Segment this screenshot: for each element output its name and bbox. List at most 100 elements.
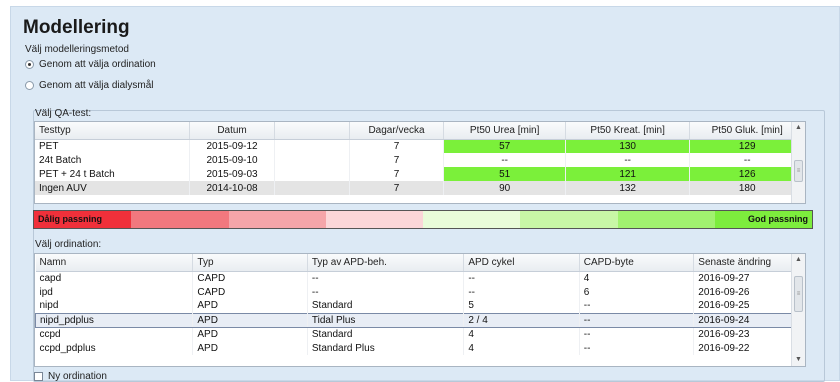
ord-table-row[interactable]: ccpd APD Standard 4 -- 2016-09-23	[35, 327, 805, 341]
ord-cell: 4	[463, 327, 580, 341]
ord-cell: APD	[192, 312, 308, 328]
qa-column-header[interactable]: Datum	[189, 122, 275, 140]
ord-cell: APD	[192, 341, 308, 355]
qa-cell: 90	[443, 181, 566, 195]
radio-button-icon[interactable]	[25, 60, 34, 69]
ord-cell: nipd_pdplus	[35, 312, 194, 328]
ord-table-row[interactable]: ipd CAPD -- -- 6 2016-09-26	[35, 285, 805, 299]
qa-cell: --	[689, 153, 805, 167]
qa-column-header[interactable]: Pt50 Kreat. [min]	[565, 122, 691, 140]
qa-cell	[274, 181, 350, 195]
radio-dialysmal-label: Genom att välja dialysmål	[39, 80, 154, 91]
ord-table-row[interactable]: ccpd_pdplus APD Standard Plus 4 -- 2016-09-22	[35, 341, 805, 355]
ord-column-header[interactable]: CAPD-byte	[579, 254, 695, 272]
legend-segment	[228, 211, 326, 228]
qa-scrollbar[interactable]: ▲ ≡	[791, 122, 805, 203]
ord-column-header[interactable]: Senaste ändring	[693, 254, 805, 272]
checkbox-icon[interactable]	[34, 372, 43, 381]
qa-column-header[interactable]: Dagar/vecka	[349, 122, 445, 140]
page-title: Modellering	[23, 17, 130, 38]
ord-cell: 4	[463, 341, 580, 355]
qa-cell: 180	[689, 181, 805, 195]
ord-cell: ccpd_pdplus	[35, 341, 194, 355]
qa-table-row[interactable]: PET 2015-09-12 7 57 130 129	[35, 139, 805, 153]
qa-cell: 2014-10-08	[189, 181, 275, 195]
ord-cell: 2016-09-23	[693, 327, 805, 341]
legend-segment	[423, 211, 521, 228]
ord-column-header[interactable]: Typ	[192, 254, 308, 272]
qa-cell: 2015-09-10	[189, 153, 275, 167]
ord-column-header[interactable]: Namn	[35, 254, 194, 272]
qa-cell	[274, 139, 350, 153]
qa-cell: 7	[349, 153, 445, 167]
qa-cell: Ingen AUV	[35, 181, 191, 195]
ord-cell: --	[307, 271, 465, 285]
new-ordination-label: Ny ordination	[48, 371, 107, 382]
ord-cell: APD	[192, 327, 308, 341]
ord-cell: Standard Plus	[307, 341, 465, 355]
qa-cell: 7	[349, 167, 445, 181]
legend-left-label: Dålig passning	[38, 214, 103, 224]
ord-cell: capd	[35, 271, 194, 285]
ord-cell: 2016-09-26	[693, 285, 805, 299]
qa-table-row[interactable]: 24t Batch 2015-09-10 7 -- -- --	[35, 153, 805, 167]
scroll-up-icon[interactable]: ▲	[792, 254, 805, 266]
ord-table-row[interactable]: nipd_pdplus APD Tidal Plus 2 / 4 -- 2016-09-2…	[35, 312, 805, 328]
qa-cell	[274, 167, 350, 181]
qa-cell: 132	[565, 181, 691, 195]
qa-cell: 2015-09-03	[189, 167, 275, 181]
ord-cell: --	[579, 299, 695, 313]
scroll-thumb[interactable]: ≡	[794, 160, 803, 182]
qa-table-row[interactable]: PET + 24 t Batch 2015-09-03 7 51 121 126	[35, 167, 805, 181]
legend-segment	[617, 211, 715, 228]
scroll-up-icon[interactable]: ▲	[792, 122, 805, 134]
ord-cell: --	[463, 285, 580, 299]
qa-cell: 126	[689, 167, 805, 181]
qa-cell: 2015-09-12	[189, 139, 275, 153]
radio-ordination[interactable]: Genom att välja ordination	[25, 59, 156, 70]
qa-cell: 57	[443, 139, 566, 153]
ord-cell: 2016-09-27	[693, 271, 805, 285]
fit-legend-bar: Dålig passning God passning	[33, 210, 813, 229]
ord-scrollbar[interactable]: ▲ ≡ ▼	[791, 254, 805, 366]
new-ordination-checkbox[interactable]: Ny ordination	[34, 371, 107, 382]
method-label: Välj modelleringsmetod	[25, 44, 129, 55]
ord-table-row[interactable]: nipd APD Standard 5 -- 2016-09-25	[35, 299, 805, 313]
ord-table[interactable]: Namn Typ Typ av APD-beh. APD cykel CAPD-byte…	[34, 253, 806, 367]
qa-column-header[interactable]: Testtyp	[35, 122, 191, 140]
qa-cell: 51	[443, 167, 566, 181]
ord-column-header[interactable]: APD cykel	[463, 254, 580, 272]
legend-segment	[325, 211, 423, 228]
qa-column-header[interactable]: Pt50 Urea [min]	[443, 122, 566, 140]
qa-cell: 130	[565, 139, 691, 153]
ord-cell: 2016-09-25	[693, 299, 805, 313]
qa-cell: --	[443, 153, 566, 167]
qa-cell: PET + 24 t Batch	[35, 167, 191, 181]
scroll-thumb[interactable]: ≡	[794, 276, 803, 312]
qa-table[interactable]: Testtyp Datum Dagar/vecka Pt50 Urea [min] Pt…	[34, 121, 806, 204]
radio-dialysmal[interactable]: Genom att välja dialysmål	[25, 80, 154, 91]
ord-cell: 2 / 4	[463, 312, 580, 328]
ord-cell: ipd	[35, 285, 194, 299]
ord-cell: --	[463, 271, 580, 285]
qa-column-header[interactable]	[274, 122, 350, 140]
ord-cell: APD	[192, 299, 308, 313]
radio-button-icon[interactable]	[25, 81, 34, 90]
ord-cell: 6	[579, 285, 695, 299]
qa-label: Välj QA-test:	[35, 108, 92, 119]
ord-column-header[interactable]: Typ av APD-beh.	[307, 254, 465, 272]
qa-cell: 7	[349, 181, 445, 195]
legend-segment	[520, 211, 618, 228]
legend-right-label: God passning	[747, 214, 808, 224]
ord-cell: Standard	[307, 327, 465, 341]
ord-cell: --	[579, 312, 695, 328]
qa-table-row[interactable]: Ingen AUV 2014-10-08 7 90 132 180	[35, 181, 805, 195]
modellering-panel: Modellering Välj modelleringsmetod Genom…	[10, 6, 840, 382]
ord-cell: 2016-09-24	[693, 312, 805, 328]
qa-column-header[interactable]: Pt50 Gluk. [min]	[689, 122, 805, 140]
radio-ordination-label: Genom att välja ordination	[39, 59, 156, 70]
ord-cell: 4	[579, 271, 695, 285]
scroll-down-icon[interactable]: ▼	[792, 354, 805, 366]
ord-cell: 2016-09-22	[693, 341, 805, 355]
ord-table-row[interactable]: capd CAPD -- -- 4 2016-09-27	[35, 271, 805, 285]
